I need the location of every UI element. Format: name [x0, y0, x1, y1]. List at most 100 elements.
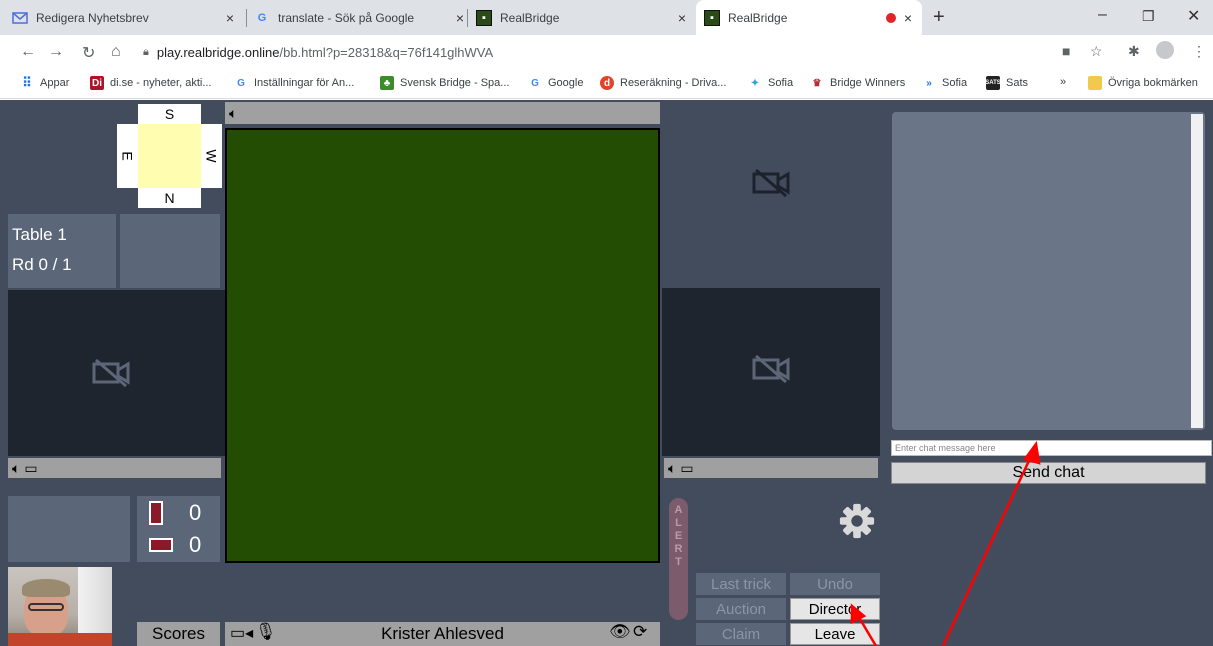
bookmark-label: Sats [1006, 77, 1029, 89]
tricks-theirs: 0 [149, 532, 201, 558]
director-button[interactable]: Director [790, 598, 880, 620]
tab-title: RealBridge [728, 10, 788, 25]
bookmark-label: Google [548, 77, 584, 89]
info-panel-blank [120, 214, 220, 288]
alert-button[interactable]: A L E R T [669, 498, 688, 620]
tab-close-icon[interactable]: × [678, 10, 686, 26]
bookmark-sofia[interactable]: ✦ Sofia [748, 76, 793, 90]
west-player-bar: 🔈︎ ▭ [8, 458, 221, 478]
url-host: play.realbridge.online [156, 44, 280, 60]
back-icon[interactable]: ← [20, 43, 36, 61]
bookmark-installningar[interactable]: G Inställningar för An... [234, 76, 354, 90]
tab-translate[interactable]: G translate - Sök på Google × [254, 0, 474, 35]
eye-icon[interactable]: 👁︎ [609, 622, 631, 642]
tab-realbridge-1[interactable]: ▪ RealBridge × [476, 0, 696, 35]
rotate-icon[interactable]: ⟳ [633, 622, 647, 642]
speaker-icon[interactable]: 🔈︎ [229, 105, 237, 122]
camera-off-icon [752, 168, 790, 198]
vertical-card-icon [149, 501, 163, 525]
score-panel-blank [8, 496, 130, 562]
scores-button[interactable]: Scores [137, 622, 220, 646]
url-field[interactable]: 🔒︎ play.realbridge.online/bb.html?p=2831… [143, 40, 1043, 64]
chat-input[interactable]: Enter chat message here [891, 440, 1212, 456]
profile-avatar[interactable] [1156, 41, 1174, 59]
alert-letter: L [675, 517, 682, 529]
compass-center [138, 124, 201, 188]
realbridge-icon: ▪ [704, 9, 720, 26]
tab-title: Redigera Nyhetsbrev [36, 10, 149, 25]
gear-icon[interactable] [838, 502, 876, 540]
window-close-button[interactable]: ✕ [1187, 6, 1200, 26]
player-name: Krister Ahlesved [381, 624, 504, 643]
chat-bubble-icon[interactable]: ▭ [24, 460, 37, 477]
tab-close-icon[interactable]: × [904, 10, 912, 26]
menu-icon[interactable]: ⋮ [1192, 43, 1206, 60]
bridge-winners-icon: ♛ [812, 77, 822, 89]
reserakning-icon: d [600, 76, 614, 90]
new-tab-button[interactable]: + [933, 6, 945, 29]
bookmark-appar[interactable]: ⠿ Appar [20, 75, 69, 90]
round-info: Rd 0 / 1 [12, 255, 72, 274]
send-chat-button[interactable]: Send chat [891, 462, 1206, 484]
forward-icon[interactable]: → [48, 43, 64, 61]
camera-icon[interactable]: ■ [1062, 43, 1070, 59]
bookmark-label: Svensk Bridge - Spa... [400, 77, 510, 89]
claim-button[interactable]: Claim [696, 623, 786, 645]
alert-letter: A [674, 504, 683, 516]
alert-letter: E [674, 530, 683, 542]
alert-letter: R [674, 543, 683, 555]
recording-icon [886, 12, 896, 23]
bookmarks-overflow[interactable]: » [1060, 76, 1066, 88]
speaker-icon[interactable]: 🔈︎ [668, 460, 676, 477]
tab-close-icon[interactable]: × [456, 10, 464, 26]
south-player-bar: ▭◂ 🎙︎ Krister Ahlesved 👁︎ ⟳ [225, 622, 660, 646]
bookmark-di[interactable]: Di di.se - nyheter, akti... [90, 76, 212, 90]
camera-off-icon [752, 354, 790, 384]
google-icon: G [257, 11, 267, 24]
tab-realbridge-active[interactable]: ▪ RealBridge × [696, 0, 922, 35]
camera-off-icon [92, 358, 130, 388]
url-path: /bb.html?p=28318&q=76f141glhWVA [279, 44, 494, 60]
star-icon[interactable]: ☆ [1090, 43, 1103, 60]
bookmark-bridge-winners[interactable]: ♛ Bridge Winners [810, 76, 906, 90]
extensions-icon[interactable]: ✱ [1128, 43, 1140, 60]
chat-log[interactable] [892, 112, 1205, 430]
speaker-icon[interactable]: 🔈︎ [12, 460, 20, 477]
compass-south: S [138, 104, 201, 124]
home-icon[interactable]: ⌂ [111, 43, 121, 61]
east-player-bar: 🔈︎ ▭ [664, 458, 878, 478]
auction-button[interactable]: Auction [696, 598, 786, 620]
card-table[interactable] [225, 128, 660, 563]
tab-separator [246, 9, 247, 27]
other-bookmarks[interactable]: Övriga bokmärken [1088, 76, 1198, 90]
google-icon: G [531, 77, 539, 89]
chat-bubble-icon[interactable]: ▭ [680, 460, 693, 477]
lock-icon: 🔒︎ [143, 45, 149, 58]
bookmark-svensk-bridge[interactable]: ♣ Svensk Bridge - Spa... [380, 76, 509, 90]
svensk-bridge-icon: ♣ [380, 76, 394, 90]
restore-button[interactable]: ❐ [1142, 8, 1155, 25]
address-bar-row: ← → ↻ ⌂ 🔒︎ play.realbridge.online/bb.htm… [0, 35, 1213, 69]
bookmark-sats[interactable]: SATS Sats [985, 76, 1029, 90]
tab-redigera[interactable]: Redigera Nyhetsbrev × [12, 0, 244, 35]
minimize-button[interactable]: – [1098, 6, 1107, 24]
alert-letter: T [675, 556, 682, 568]
last-trick-button[interactable]: Last trick [696, 573, 786, 595]
undo-button[interactable]: Undo [790, 573, 880, 595]
leave-button[interactable]: Leave [790, 623, 880, 645]
bookmark-google[interactable]: G Google [528, 76, 583, 90]
bookmark-sofia-2[interactable]: » Sofia [922, 76, 967, 90]
bookmark-label: di.se - nyheter, akti... [110, 77, 212, 89]
sats-icon: SATS [985, 76, 1001, 90]
bookmark-label: Sofia [768, 77, 794, 89]
realbridge-icon: ▪ [476, 9, 492, 26]
sofia-icon: ✦ [750, 77, 760, 89]
chat-scrollbar[interactable] [1191, 114, 1203, 428]
folder-icon [1088, 76, 1102, 90]
tab-close-icon[interactable]: × [226, 10, 234, 26]
bookmark-reserakning[interactable]: d Reseräkning - Driva... [600, 76, 726, 90]
di-icon: Di [90, 76, 104, 90]
tricks-ours-count: 0 [189, 500, 202, 525]
table-name: Table 1 [12, 225, 67, 244]
reload-icon[interactable]: ↻ [82, 43, 95, 63]
